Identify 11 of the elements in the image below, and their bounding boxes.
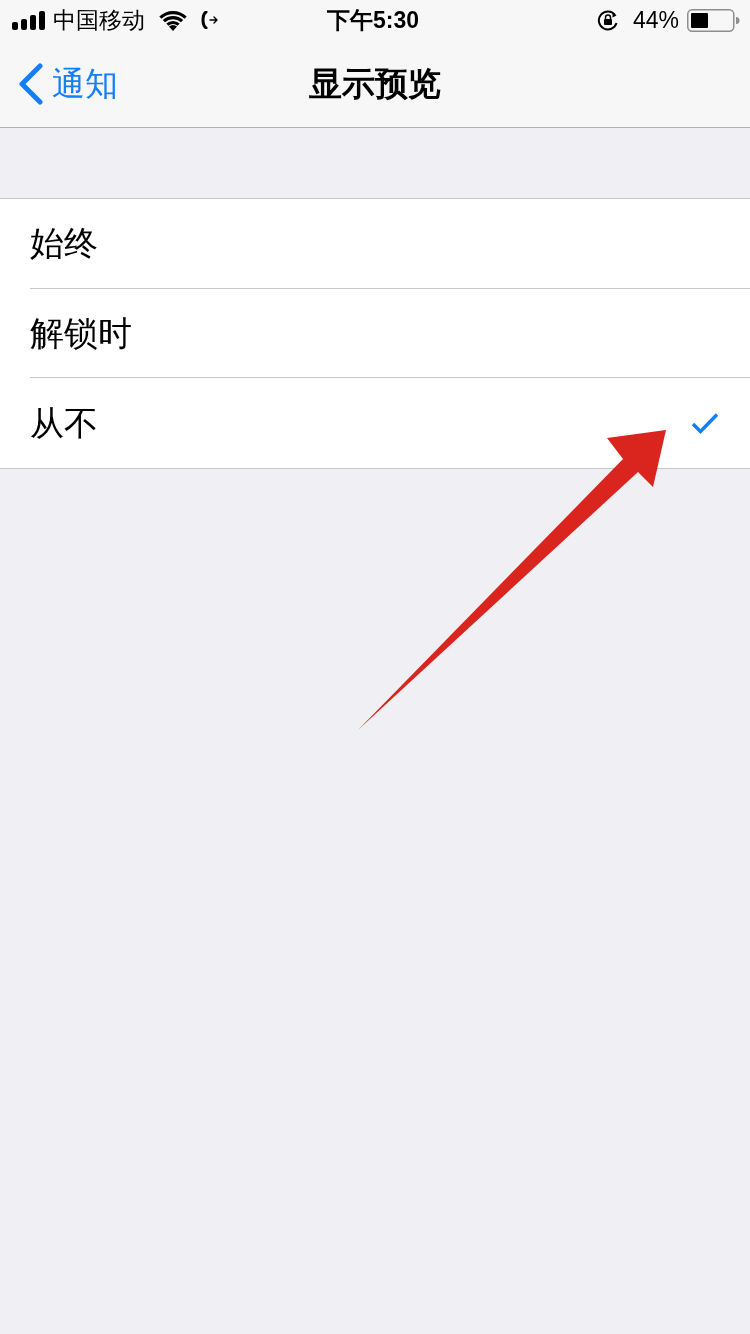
carrier-name: 中国移动 (53, 8, 145, 32)
phone-arrow-icon (201, 11, 219, 29)
rotation-lock-icon (596, 9, 619, 31)
status-time: 下午5:30 (327, 7, 420, 33)
back-button[interactable]: 通知 (0, 53, 124, 114)
battery-percentage: 44% (632, 8, 679, 32)
battery-icon (687, 8, 740, 32)
signal-icon (12, 10, 45, 30)
wifi-icon (159, 9, 187, 31)
page-title: 显示预览 (309, 67, 441, 100)
back-chevron-icon (17, 62, 44, 105)
